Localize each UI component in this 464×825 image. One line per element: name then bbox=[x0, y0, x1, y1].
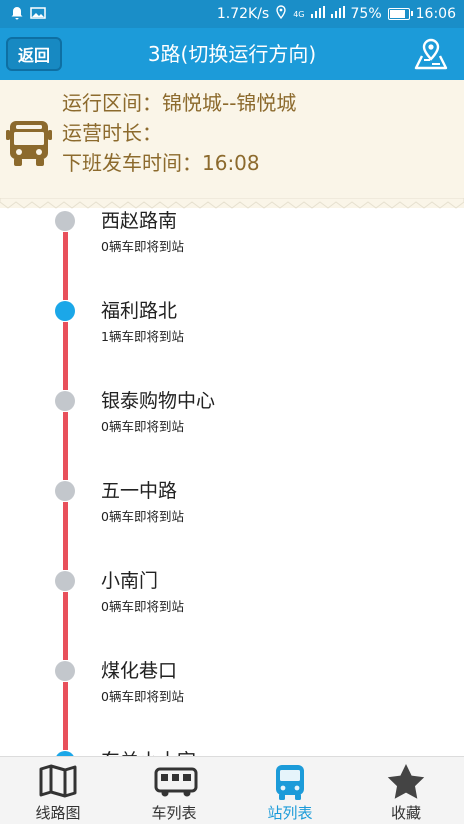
station-name: 煤化巷口 bbox=[101, 660, 178, 682]
station-dot bbox=[55, 211, 75, 231]
battery-level: 75% bbox=[350, 6, 382, 22]
signal-icon bbox=[310, 6, 325, 22]
route-title[interactable]: 3路(切换运行方向) bbox=[80, 28, 384, 80]
clock: 16:06 bbox=[415, 6, 456, 22]
station-item[interactable]: 煤化巷口 0辆车即将到站 bbox=[0, 660, 464, 750]
station-list[interactable]: 西赵路南 0辆车即将到站 福利路北 1辆车即将到站 银泰购物中心 0辆车即将到站… bbox=[0, 210, 464, 756]
net-speed: 1.72K/s bbox=[216, 6, 270, 22]
star-icon bbox=[386, 763, 426, 799]
map-location-icon[interactable] bbox=[414, 38, 448, 70]
tab-bus-list[interactable]: 车列表 bbox=[116, 757, 232, 825]
station-dot bbox=[55, 571, 75, 591]
arrival-status: 0辆车即将到站 bbox=[101, 689, 184, 704]
last-departure: 下班发车时间：16:08 bbox=[62, 151, 260, 175]
arrival-status: 0辆车即将到站 bbox=[101, 239, 184, 254]
arrival-status: 0辆车即将到站 bbox=[101, 509, 184, 524]
info-panel-edge bbox=[0, 198, 464, 209]
tab-label: 站列表 bbox=[267, 804, 313, 822]
back-button[interactable]: 返回 bbox=[6, 37, 62, 71]
battery-icon bbox=[387, 8, 413, 20]
station-name: 银泰购物中心 bbox=[101, 390, 216, 412]
location-icon bbox=[275, 5, 287, 23]
station-name: 小南门 bbox=[101, 570, 159, 592]
route-range: 运行区间：锦悦城--锦悦城 bbox=[62, 91, 297, 115]
station-list-icon bbox=[270, 763, 310, 800]
arrival-status: 0辆车即将到站 bbox=[101, 419, 184, 434]
station-dot bbox=[55, 391, 75, 411]
station-name: 东关小十字 bbox=[101, 746, 196, 756]
station-dot-current bbox=[55, 301, 75, 321]
notification-bell-icon bbox=[10, 6, 24, 24]
status-bar: 1.72K/s 4G 75% 16:06 bbox=[0, 0, 464, 28]
arrival-status: 1辆车即将到站 bbox=[101, 329, 184, 344]
station-item[interactable]: 福利路北 1辆车即将到站 bbox=[0, 300, 464, 390]
header: 返回 3路(切换运行方向) bbox=[0, 28, 464, 80]
station-name: 五一中路 bbox=[101, 480, 178, 502]
arrival-status: 0辆车即将到站 bbox=[101, 599, 184, 614]
tab-label: 线路图 bbox=[35, 804, 81, 822]
route-map-icon bbox=[38, 763, 78, 799]
station-item[interactable]: 小南门 0辆车即将到站 bbox=[0, 570, 464, 660]
tab-station-list[interactable]: 站列表 bbox=[232, 757, 348, 825]
tab-label: 车列表 bbox=[151, 804, 197, 822]
station-item[interactable]: 五一中路 0辆车即将到站 bbox=[0, 480, 464, 570]
station-dot bbox=[55, 481, 75, 501]
tab-route-map[interactable]: 线路图 bbox=[0, 757, 116, 825]
bus-list-icon bbox=[154, 763, 198, 799]
network-type: 4G bbox=[293, 9, 305, 19]
station-item[interactable]: 银泰购物中心 0辆车即将到站 bbox=[0, 390, 464, 480]
operating-hours: 运营时长： bbox=[62, 121, 162, 145]
route-info-panel: 运行区间：锦悦城--锦悦城 运营时长： 下班发车时间：16:08 bbox=[0, 80, 464, 208]
tab-favorites[interactable]: 收藏 bbox=[348, 757, 464, 825]
station-name: 福利路北 bbox=[101, 300, 178, 322]
signal-icon-2 bbox=[330, 6, 345, 22]
bottom-tab-bar: 线路图 车列表 站列表 收藏 bbox=[0, 756, 464, 824]
station-name: 西赵路南 bbox=[101, 210, 178, 232]
tab-label: 收藏 bbox=[390, 804, 421, 822]
bus-icon bbox=[6, 118, 52, 168]
station-item[interactable]: 西赵路南 0辆车即将到站 bbox=[0, 210, 464, 300]
station-dot bbox=[55, 661, 75, 681]
image-notification-icon bbox=[30, 6, 46, 24]
